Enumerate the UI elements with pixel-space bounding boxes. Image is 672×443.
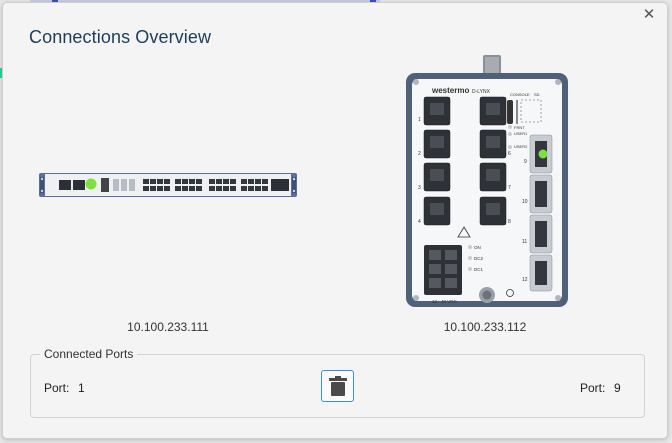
svg-text:1: 1 (418, 117, 421, 123)
voltage-label: 12 - 48 VDC (432, 299, 458, 304)
connected-ports-legend: Connected Ports (40, 347, 138, 361)
left-port-label: Port: (44, 381, 70, 395)
console-label: CONSOLE (510, 92, 530, 97)
frnt-label: FRNT (514, 125, 525, 130)
svg-text:4: 4 (418, 219, 421, 225)
svg-text:8: 8 (508, 219, 511, 225)
svg-text:10: 10 (522, 199, 528, 205)
brand-text: westermo (431, 86, 469, 95)
close-icon[interactable]: ✕ (639, 5, 659, 25)
svg-text:11: 11 (522, 239, 527, 245)
user2-label: USER2 (514, 144, 528, 149)
svg-text:3: 3 (418, 185, 421, 191)
svg-text:6: 6 (508, 151, 511, 157)
delete-connection-button[interactable] (321, 370, 354, 402)
dc2-label: DC2 (474, 256, 483, 261)
right-port-label: Port: (580, 381, 606, 395)
device-ip-right: 10.100.233.112 (443, 320, 527, 334)
left-port-value: 1 (78, 381, 85, 395)
dialog-title: Connections Overview (29, 27, 212, 47)
dc1-label: DC1 (474, 267, 483, 272)
svg-text:12: 12 (522, 277, 528, 283)
din-rail-switch-image: westermo D-LYNX CONSOLE SD 1234 5678 FRN… (406, 55, 568, 307)
trash-icon (329, 376, 347, 396)
connected-ports-group: Connected Ports Port: 1 Port: 9 (30, 347, 645, 418)
svg-text:2: 2 (418, 151, 421, 157)
sd-label: SD (534, 92, 540, 97)
rack-switch-image (39, 173, 297, 197)
svg-text:9: 9 (524, 159, 527, 165)
right-port-value: 9 (614, 381, 621, 395)
user1-label: USER1 (514, 131, 528, 136)
on-label: ON (474, 245, 481, 250)
device-ip-left: 10.100.233.111 (127, 320, 209, 334)
svg-text:5: 5 (508, 117, 511, 123)
svg-text:7: 7 (508, 185, 511, 191)
model-text: D-LYNX (472, 89, 491, 95)
connections-overview-dialog: ✕ Connections Overview westermo D-LYNX C… (2, 2, 668, 439)
